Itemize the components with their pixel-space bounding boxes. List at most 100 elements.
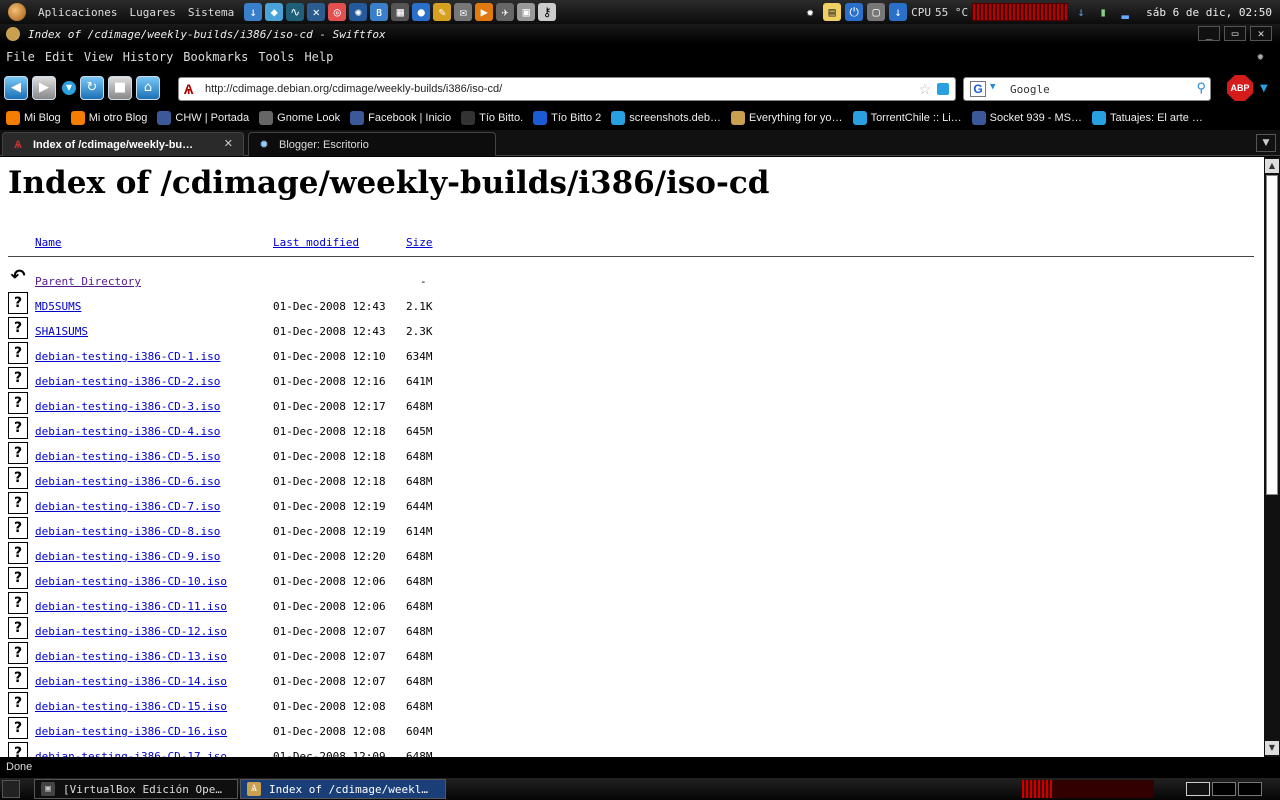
task-swiftfox[interactable]: Ѧ Index of /cdimage/weekl…	[240, 779, 446, 799]
menu-bookmarks[interactable]: Bookmarks	[183, 50, 248, 64]
network-signal-icon[interactable]: ▂	[1116, 3, 1134, 21]
adblock-plus-button[interactable]: ABP	[1227, 75, 1253, 101]
scroll-up-icon[interactable]: ▲	[1265, 159, 1279, 173]
close-button[interactable]: ✕	[1250, 26, 1272, 41]
column-header-size[interactable]: Size	[406, 236, 433, 249]
forward-button[interactable]: ▶	[32, 76, 56, 100]
feed-cube-icon[interactable]	[937, 83, 949, 95]
file-link[interactable]: debian-testing-i386-CD-11.iso	[35, 600, 227, 613]
file-link[interactable]: debian-testing-i386-CD-4.iso	[35, 425, 220, 438]
bookmark-item[interactable]: Tío Bitto.	[461, 111, 523, 125]
workspace-1[interactable]	[1186, 782, 1210, 796]
vertical-scrollbar[interactable]: ▲ ▼	[1264, 157, 1280, 757]
column-header-modified[interactable]: Last modified	[273, 236, 359, 249]
file-link[interactable]: debian-testing-i386-CD-2.iso	[35, 375, 220, 388]
scroll-thumb[interactable]	[1266, 175, 1278, 495]
download-icon[interactable]: ↓	[244, 3, 263, 21]
menu-aplicaciones[interactable]: Aplicaciones	[32, 6, 123, 19]
show-desktop-button[interactable]	[2, 780, 20, 798]
tab-index[interactable]: Ѧ Index of /cdimage/weekly-bu… ✕	[2, 132, 244, 156]
search-icon[interactable]: ⚲	[1196, 81, 1206, 96]
lock-icon[interactable]: ▢	[867, 3, 886, 21]
film-icon[interactable]: ▦	[391, 3, 410, 21]
search-bar[interactable]: G ▼ Google ⚲	[963, 77, 1211, 101]
menu-lugares[interactable]: Lugares	[123, 6, 181, 19]
scroll-down-icon[interactable]: ▼	[1265, 741, 1279, 755]
file-link[interactable]: debian-testing-i386-CD-3.iso	[35, 400, 220, 413]
weather-icon[interactable]: ✹	[801, 3, 819, 21]
back-button[interactable]: ◀	[4, 76, 28, 100]
menu-sistema[interactable]: Sistema	[182, 6, 240, 19]
workspace-2[interactable]	[1212, 782, 1236, 796]
bookmark-item[interactable]: Tatuajes: El arte …	[1091, 111, 1203, 125]
reload-button[interactable]: ↻	[80, 76, 104, 100]
satellite-icon[interactable]: ✈	[496, 3, 515, 21]
file-link[interactable]: debian-testing-i386-CD-5.iso	[35, 450, 220, 463]
gear-icon[interactable]: ✹	[1257, 49, 1264, 63]
tab-list-button[interactable]: ▼	[1256, 134, 1276, 152]
file-link[interactable]: debian-testing-i386-CD-16.iso	[35, 725, 227, 738]
google-engine-icon[interactable]: G	[970, 81, 986, 97]
download-icon[interactable]: ↓	[1072, 3, 1090, 21]
menu-view[interactable]: View	[84, 50, 113, 64]
file-link[interactable]: debian-testing-i386-CD-14.iso	[35, 675, 227, 688]
bookmark-item[interactable]: Mi Blog	[6, 111, 61, 125]
disc-icon[interactable]: ●	[412, 3, 431, 21]
window-titlebar[interactable]: Index of /cdimage/weekly-builds/i386/iso…	[0, 24, 1280, 44]
cube-icon[interactable]: ◆	[265, 3, 284, 21]
parent-directory-link[interactable]: Parent Directory	[35, 275, 141, 288]
clock[interactable]: sáb 6 de dic, 02:50	[1146, 6, 1272, 19]
abp-dropdown-icon[interactable]: ▼	[1260, 83, 1268, 94]
tab-blogger[interactable]: ✹ Blogger: Escritorio	[248, 132, 496, 156]
menu-edit[interactable]: Edit	[45, 50, 74, 64]
battery-icon[interactable]: ▮	[1094, 3, 1112, 21]
file-link[interactable]: MD5SUMS	[35, 300, 81, 313]
menu-tools[interactable]: Tools	[258, 50, 294, 64]
bookmark-item[interactable]: Tío Bitto 2	[533, 111, 601, 125]
notes-icon[interactable]: ▤	[823, 3, 842, 21]
bookmark-star-icon[interactable]: ☆	[918, 81, 931, 98]
history-dropdown-icon[interactable]: ▼	[62, 81, 76, 95]
file-link[interactable]: debian-testing-i386-CD-1.iso	[35, 350, 220, 363]
bookmark-item[interactable]: Mi otro Blog	[70, 111, 147, 125]
bookmark-item[interactable]: Facebook | Inicio	[350, 111, 451, 125]
paint-icon[interactable]: ✎	[433, 3, 452, 21]
bluetooth-icon[interactable]: ʙ	[370, 3, 389, 21]
lifebuoy-icon[interactable]: ◎	[328, 3, 347, 21]
stop-button[interactable]: ■	[108, 76, 132, 100]
key-icon[interactable]: ⚷	[538, 3, 557, 21]
file-link[interactable]: debian-testing-i386-CD-8.iso	[35, 525, 220, 538]
url-bar[interactable]: Ѧ http://cdimage.debian.org/cdimage/week…	[178, 77, 956, 101]
home-button[interactable]: ⌂	[136, 76, 160, 100]
file-link[interactable]: debian-testing-i386-CD-7.iso	[35, 500, 220, 513]
file-link[interactable]: debian-testing-i386-CD-15.iso	[35, 700, 227, 713]
menu-history[interactable]: History	[123, 50, 174, 64]
spiral-icon[interactable]: ✺	[349, 3, 368, 21]
file-link[interactable]: debian-testing-i386-CD-17.iso	[35, 750, 227, 757]
gnome-foot-icon[interactable]	[8, 3, 26, 21]
update-icon[interactable]: ↓	[889, 3, 908, 21]
file-link[interactable]: debian-testing-i386-CD-10.iso	[35, 575, 227, 588]
engine-dropdown-icon[interactable]: ▼	[990, 82, 995, 92]
x-app-icon[interactable]: ✕	[307, 3, 326, 21]
file-link[interactable]: debian-testing-i386-CD-12.iso	[35, 625, 227, 638]
power-icon[interactable]: ⏻	[845, 3, 864, 21]
column-header-name[interactable]: Name	[35, 236, 62, 249]
file-link[interactable]: debian-testing-i386-CD-6.iso	[35, 475, 220, 488]
bookmark-item[interactable]: TorrentChile :: Li…	[852, 111, 962, 125]
minimize-button[interactable]: _	[1198, 26, 1220, 41]
bookmark-item[interactable]: Gnome Look	[259, 111, 340, 125]
wave-icon[interactable]: ∿	[286, 3, 305, 21]
bookmark-item[interactable]: Socket 939 - MS…	[971, 111, 1082, 125]
menu-help[interactable]: Help	[304, 50, 333, 64]
task-virtualbox[interactable]: ▣ [VirtualBox Edición Ope…	[34, 779, 238, 799]
workspace-3[interactable]	[1238, 782, 1262, 796]
mail-icon[interactable]: ✉	[454, 3, 473, 21]
menu-file[interactable]: File	[6, 50, 35, 64]
bookmark-item[interactable]: CHW | Portada	[157, 111, 249, 125]
maximize-button[interactable]: ▭	[1224, 26, 1246, 41]
file-link[interactable]: debian-testing-i386-CD-9.iso	[35, 550, 220, 563]
package-icon[interactable]: ▣	[517, 3, 536, 21]
file-link[interactable]: SHA1SUMS	[35, 325, 88, 338]
close-tab-icon[interactable]: ✕	[224, 137, 233, 150]
